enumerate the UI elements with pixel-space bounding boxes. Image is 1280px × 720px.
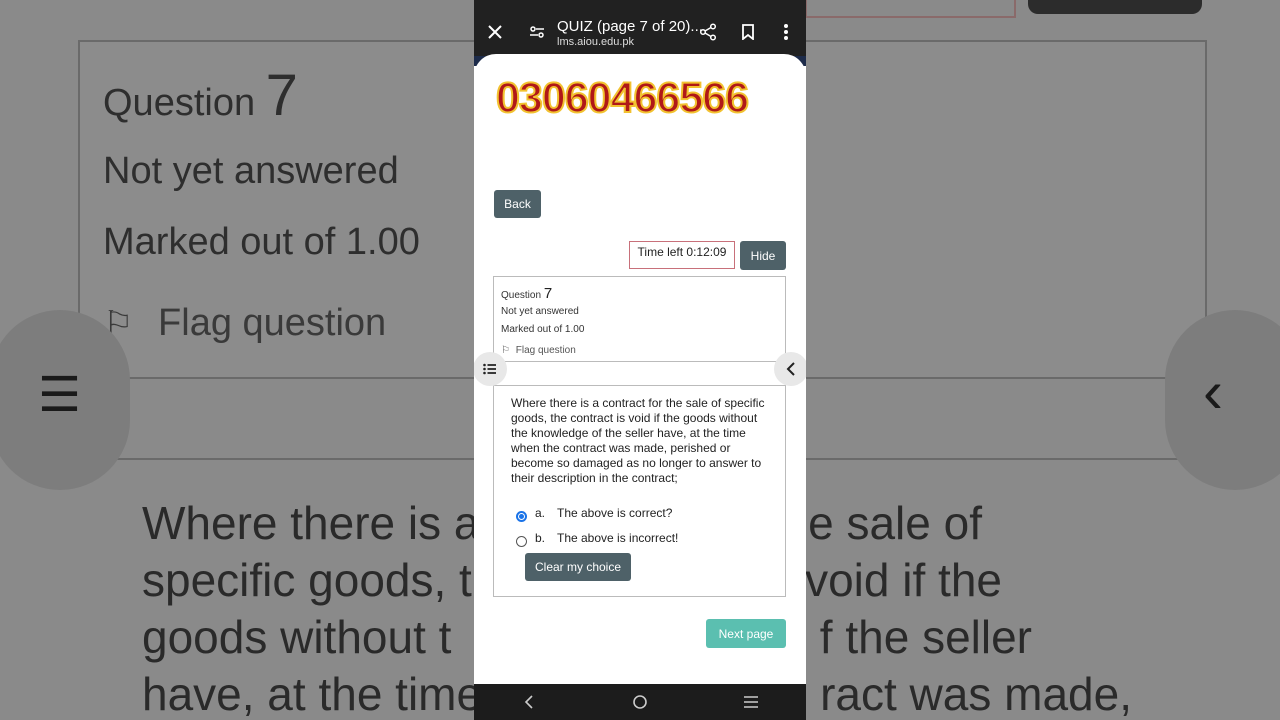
radio-b[interactable] [516,535,527,547]
question-text: Where there is a contract for the sale o… [511,396,765,485]
option-a[interactable]: a. The above is correct? [516,506,673,522]
radio-a[interactable] [516,510,527,522]
bg-back-button: ‹ [1165,310,1280,490]
nav-home-icon[interactable] [625,687,655,717]
time-left: Time left 0:12:09 [629,241,735,269]
info-separator [494,361,785,362]
bg-list-button: ☰ [0,310,130,490]
bookmark-icon[interactable] [736,20,760,44]
system-nav-bar [474,684,806,720]
page-url[interactable]: lms.aiou.edu.pk [557,36,634,48]
question-content-box: Where there is a contract for the sale o… [493,386,786,597]
bg-question-heading: Question 7 [103,62,298,129]
question-info-box: Question 7 Not yet answered Marked out o… [493,276,786,386]
quiz-navigation-button[interactable] [474,352,507,386]
option-b-letter: b. [535,531,546,545]
list-icon [483,363,496,375]
nav-recents-icon[interactable] [736,687,766,717]
flag-icon: ⚐ [501,345,510,356]
page-settings-icon[interactable] [525,20,549,44]
question-number: 7 [543,285,553,302]
question-marks: Marked out of 1.00 [501,324,585,335]
option-a-letter: a. [535,506,546,520]
page-title: QUIZ (page 7 of 20)... [557,18,703,35]
flag-question-label: Flag question [515,345,576,356]
bg-flag: ⚐ Flag question [103,302,387,344]
back-button[interactable]: Back [494,190,541,218]
option-b-label: The above is incorrect! [557,531,679,545]
hide-timer-button[interactable]: Hide [740,241,786,270]
phone-screen: QUIZ (page 7 of 20)... lms.aiou.edu.pk 0… [474,0,806,720]
share-icon[interactable] [696,20,720,44]
drawer-toggle-button[interactable] [774,352,806,386]
bg-top-button [1028,0,1202,14]
bg-question-label: Question [103,82,256,124]
bg-question-number: 7 [265,63,298,128]
flag-question-link[interactable]: ⚐ Flag question [501,345,576,356]
nav-back-icon[interactable] [514,687,544,717]
option-a-label: The above is correct? [557,506,673,520]
question-status: Not yet answered [501,306,579,317]
bg-top-box [805,0,1016,18]
chevron-left-icon [786,362,795,376]
question-label: Question [501,290,542,301]
clear-choice-button[interactable]: Clear my choice [525,553,631,581]
next-page-button[interactable]: Next page [706,619,786,648]
option-b[interactable]: b. The above is incorrect! [516,531,679,547]
banner-phone-number: 03060466566 [495,73,750,123]
question-heading: Question 7 [501,285,552,302]
bg-marked: Marked out of 1.00 [103,221,420,263]
more-vert-icon[interactable] [774,20,798,44]
bg-status: Not yet answered [103,150,399,192]
close-icon[interactable] [483,20,507,44]
